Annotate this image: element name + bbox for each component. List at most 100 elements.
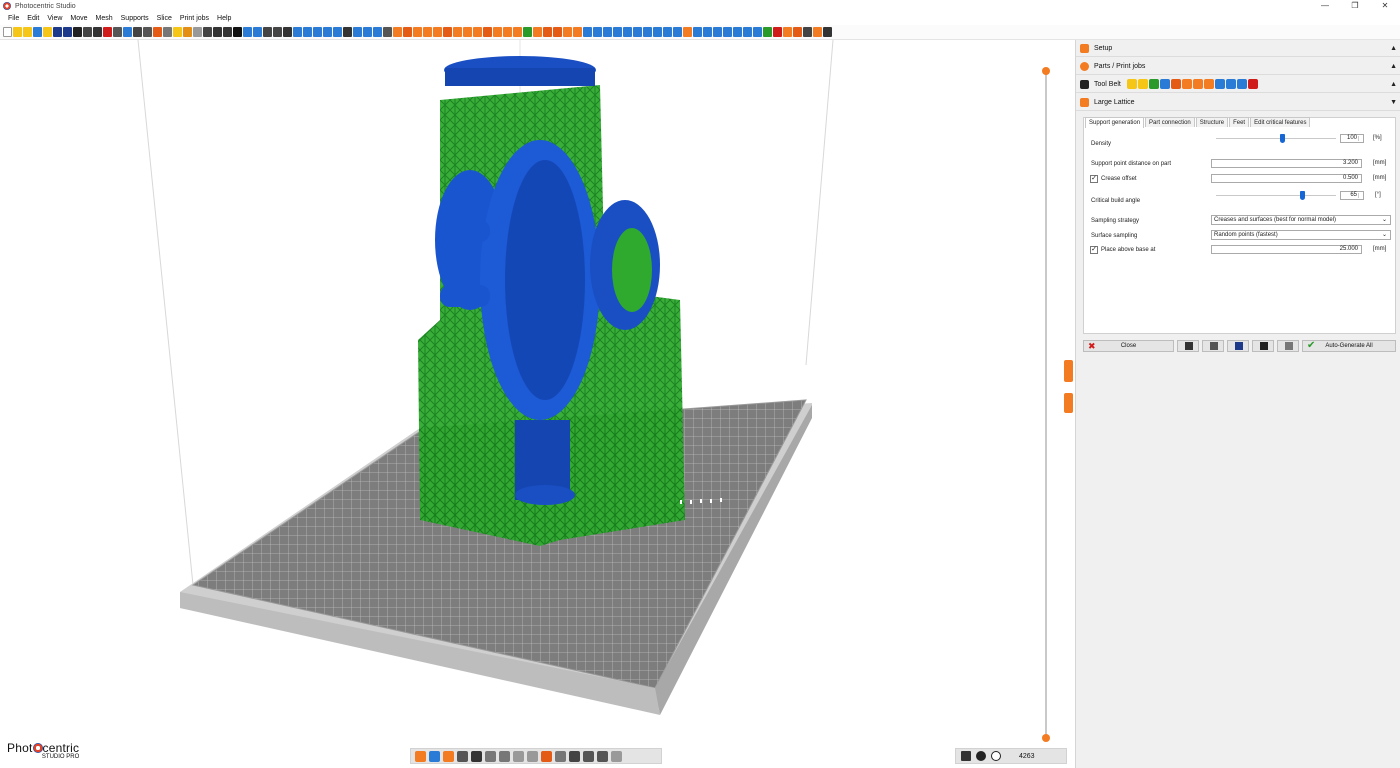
toolbar-icon-16[interactable] — [163, 27, 172, 37]
collapse-arrow-icon[interactable]: ▲ — [1390, 63, 1397, 70]
preset-button[interactable] — [1277, 340, 1299, 352]
view-tool-icon-14[interactable] — [611, 750, 622, 762]
toolbar-icon-75[interactable] — [753, 27, 762, 37]
toolbar-icon-67[interactable] — [673, 27, 682, 37]
toolbar-icon-44[interactable] — [443, 27, 452, 37]
menu-supports[interactable]: Supports — [117, 15, 153, 22]
collapse-arrow-icon[interactable]: ▲ — [1390, 81, 1397, 88]
maximize-button[interactable]: ❐ — [1340, 0, 1370, 12]
toolbar-icon-23[interactable] — [233, 27, 242, 37]
toolbar-icon-31[interactable] — [313, 27, 322, 37]
3d-viewport[interactable] — [0, 40, 1073, 768]
tab-part-connection[interactable]: Part connection — [1145, 117, 1195, 127]
toolbar-icon-59[interactable] — [593, 27, 602, 37]
panel-expand-handle[interactable] — [1064, 393, 1073, 413]
view-tool-icon-13[interactable] — [597, 750, 608, 762]
toolbar-icon-57[interactable] — [573, 27, 582, 37]
toolbar-icon-48[interactable] — [483, 27, 492, 37]
toolbar-icon-1[interactable] — [13, 27, 22, 37]
toolbar-icon-58[interactable] — [583, 27, 592, 37]
toolbar-icon-69[interactable] — [693, 27, 702, 37]
toolbar-icon-37[interactable] — [373, 27, 382, 37]
tool-belt-icon-11[interactable] — [1247, 79, 1258, 89]
tab-support-generation[interactable]: Support generation — [1085, 117, 1145, 128]
tool-belt-icon-8[interactable] — [1214, 79, 1225, 89]
toolbar-icon-21[interactable] — [213, 27, 222, 37]
view-tool-icon-10[interactable] — [555, 750, 566, 762]
toolbar-icon-32[interactable] — [323, 27, 332, 37]
view-tool-icon-5[interactable] — [485, 750, 496, 762]
toolbar-icon-77[interactable] — [773, 27, 782, 37]
toolbar-icon-26[interactable] — [263, 27, 272, 37]
toolbar-icon-9[interactable] — [93, 27, 102, 37]
critical-angle-slider-thumb[interactable] — [1300, 191, 1306, 200]
toolbar-icon-34[interactable] — [343, 27, 352, 37]
support-distance-input[interactable]: 3.200 — [1211, 159, 1362, 168]
toolbar-icon-4[interactable] — [43, 27, 52, 37]
save-supports-button[interactable] — [1227, 340, 1249, 352]
critical-angle-spinbox[interactable]: 65 — [1340, 191, 1364, 200]
view-tool-icon-7[interactable] — [513, 750, 524, 762]
toolbar-icon-20[interactable] — [203, 27, 212, 37]
view-tool-icon-0[interactable] — [415, 750, 426, 762]
toolbar-icon-0[interactable] — [3, 27, 12, 37]
section-large-lattice[interactable]: Large Lattice ▼ — [1076, 94, 1400, 111]
toolbar-icon-72[interactable] — [723, 27, 732, 37]
toolbar-icon-22[interactable] — [223, 27, 232, 37]
toolbar-icon-5[interactable] — [53, 27, 62, 37]
toolbar-icon-82[interactable] — [823, 27, 832, 37]
toolbar-icon-62[interactable] — [623, 27, 632, 37]
toolbar-icon-13[interactable] — [133, 27, 142, 37]
menu-help[interactable]: Help — [213, 15, 235, 22]
toolbar-icon-46[interactable] — [463, 27, 472, 37]
tool-belt-icon-9[interactable] — [1225, 79, 1236, 89]
panel-collapse-handle[interactable] — [1064, 360, 1073, 382]
toolbar-icon-35[interactable] — [353, 27, 362, 37]
toolbar-icon-80[interactable] — [803, 27, 812, 37]
menu-move[interactable]: Move — [66, 15, 91, 22]
toolbar-icon-56[interactable] — [563, 27, 572, 37]
tool-belt-icon-0[interactable] — [1126, 79, 1137, 89]
toolbar-icon-68[interactable] — [683, 27, 692, 37]
expand-arrow-icon[interactable]: ▼ — [1390, 99, 1397, 106]
toolbar-icon-10[interactable] — [103, 27, 112, 37]
toolbar-icon-14[interactable] — [143, 27, 152, 37]
crease-offset-input[interactable]: 0.500 — [1211, 174, 1362, 183]
toolbar-icon-17[interactable] — [173, 27, 182, 37]
toolbar-icon-3[interactable] — [33, 27, 42, 37]
layer-slider-top-handle[interactable] — [1042, 67, 1050, 75]
toolbar-icon-43[interactable] — [433, 27, 442, 37]
toolbar-icon-29[interactable] — [293, 27, 302, 37]
view-tool-icon-9[interactable] — [541, 750, 552, 762]
toolbar-icon-40[interactable] — [403, 27, 412, 37]
delete-supports-button[interactable] — [1202, 340, 1224, 352]
toolbar-icon-74[interactable] — [743, 27, 752, 37]
section-tool-belt[interactable]: Tool Belt ▲ — [1076, 76, 1400, 93]
view-tool-icon-3[interactable] — [457, 750, 468, 762]
toolbar-icon-76[interactable] — [763, 27, 772, 37]
toolbar-icon-33[interactable] — [333, 27, 342, 37]
collapse-arrow-icon[interactable]: ▲ — [1390, 45, 1397, 52]
menu-view[interactable]: View — [43, 15, 66, 22]
toolbar-icon-73[interactable] — [733, 27, 742, 37]
toolbar-icon-2[interactable] — [23, 27, 32, 37]
view-tool-icon-8[interactable] — [527, 750, 538, 762]
tool-belt-icon-4[interactable] — [1170, 79, 1181, 89]
toolbar-icon-36[interactable] — [363, 27, 372, 37]
close-button[interactable]: ✖ Close — [1083, 340, 1174, 352]
book-button[interactable] — [1252, 340, 1274, 352]
tool-belt-icon-1[interactable] — [1137, 79, 1148, 89]
tab-feet[interactable]: Feet — [1229, 117, 1250, 127]
tool-belt-icon-6[interactable] — [1192, 79, 1203, 89]
toolbar-icon-53[interactable] — [533, 27, 542, 37]
menu-print-jobs[interactable]: Print jobs — [176, 15, 213, 22]
layer-slider-track[interactable] — [1045, 70, 1047, 738]
toolbar-icon-18[interactable] — [183, 27, 192, 37]
place-above-checkbox[interactable]: ✓ — [1090, 246, 1098, 254]
view-tool-icon-2[interactable] — [443, 750, 454, 762]
toolbar-icon-79[interactable] — [793, 27, 802, 37]
toolbar-icon-30[interactable] — [303, 27, 312, 37]
toolbar-icon-63[interactable] — [633, 27, 642, 37]
menu-file[interactable]: File — [4, 15, 23, 22]
toolbar-icon-7[interactable] — [73, 27, 82, 37]
